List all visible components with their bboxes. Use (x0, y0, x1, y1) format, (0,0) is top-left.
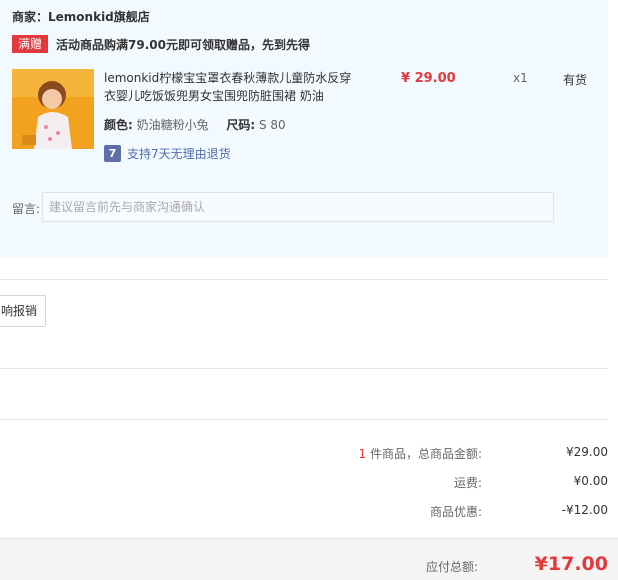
promo-badge: 满赠 (12, 35, 49, 53)
divider (0, 279, 608, 280)
discount-label: 商品优惠: (429, 505, 482, 519)
item-count: 1 (358, 447, 367, 461)
payable-total-label: 应付总额: (426, 560, 479, 574)
stock-status: 有货 (563, 73, 588, 87)
shipping-label: 运费: (453, 476, 482, 490)
goods-total-label: 1 件商品，总商品金额: (358, 445, 482, 462)
payable-total-bar: 应付总额: ¥17.00 (0, 538, 618, 580)
shop-name-text[interactable]: Lemonkid旗舰店 (48, 10, 150, 24)
shop-label: 商家： (12, 10, 49, 24)
size-label: 尺码: (226, 118, 256, 132)
reimburse-button[interactable]: 响报销 (0, 295, 47, 327)
product-specs: 颜色: 奶油糖粉小兔 尺码: S 80 (104, 116, 286, 133)
product-quantity: x1 (513, 71, 528, 85)
color-value: 奶油糖粉小兔 (136, 118, 209, 132)
product-image[interactable] (12, 69, 94, 149)
divider (0, 419, 608, 420)
color-label: 颜色: (104, 118, 133, 132)
memo-input[interactable] (42, 192, 554, 222)
return-policy-text: 支持7天无理由退货 (127, 147, 231, 161)
payable-total-value: ¥17.00 (534, 553, 608, 575)
goods-total-value: ¥29.00 (566, 445, 608, 459)
shop-order-panel: 商家：Lemonkid旗舰店 满赠 活动商品购满79.00元即可领取赠品，先到先… (0, 0, 608, 258)
product-photo-graphic (12, 69, 94, 149)
shop-name[interactable]: 商家：Lemonkid旗舰店 (12, 8, 150, 25)
shipping-row: 运费: ¥0.00 (8, 474, 608, 491)
goods-total-row: 1 件商品，总商品金额: ¥29.00 (8, 445, 608, 462)
promo-row: 满赠 活动商品购满79.00元即可领取赠品，先到先得 (12, 35, 310, 53)
return-policy[interactable]: 7 支持7天无理由退货 (104, 145, 231, 162)
seven-day-return-icon: 7 (104, 145, 121, 162)
goods-total-text: 件商品，总商品金额: (369, 447, 482, 461)
discount-row: 商品优惠: -¥12.00 (8, 503, 608, 520)
memo-label: 留言: (12, 202, 41, 216)
discount-value: -¥12.00 (561, 503, 608, 517)
size-value: S 80 (258, 118, 286, 132)
product-title[interactable]: lemonkid柠檬宝宝罩衣春秋薄款儿童防水反穿衣婴儿吃饭饭兜男女宝围兜防脏围裙… (104, 69, 354, 105)
product-price: ¥ 29.00 (401, 71, 456, 86)
promo-text: 活动商品购满79.00元即可领取赠品，先到先得 (56, 37, 310, 52)
divider (0, 368, 608, 369)
shipping-value: ¥0.00 (573, 474, 608, 488)
